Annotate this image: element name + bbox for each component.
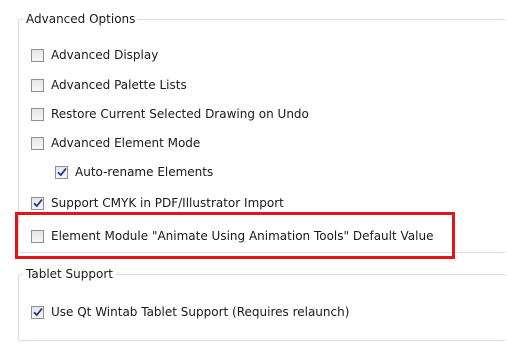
qt-wintab-tablet-support-checkbox[interactable]: Use Qt Wintab Tablet Support (Requires r…: [31, 304, 349, 320]
checkbox-box[interactable]: [31, 229, 44, 243]
checkbox-box[interactable]: [31, 48, 44, 62]
checkbox-box[interactable]: [31, 78, 44, 92]
advanced-options-title: Advanced Options: [23, 12, 139, 26]
advanced-element-mode-checkbox[interactable]: Advanced Element Mode: [31, 135, 200, 151]
checkbox-box[interactable]: [31, 196, 44, 210]
checkmark-icon: [33, 198, 43, 207]
checkbox-box[interactable]: [31, 305, 44, 319]
checkbox-label: Advanced Display: [51, 48, 159, 62]
checkbox-label: Element Module "Animate Using Animation …: [51, 229, 434, 243]
checkbox-label: Auto-rename Elements: [75, 165, 214, 179]
tablet-support-title: Tablet Support: [23, 267, 116, 281]
checkmark-icon: [33, 307, 43, 316]
restore-drawing-on-undo-checkbox[interactable]: Restore Current Selected Drawing on Undo: [31, 106, 309, 122]
advanced-palette-lists-checkbox[interactable]: Advanced Palette Lists: [31, 77, 187, 93]
checkbox-box[interactable]: [31, 136, 44, 150]
checkmark-icon: [57, 167, 67, 176]
element-module-animate-default-checkbox[interactable]: Element Module "Animate Using Animation …: [31, 228, 433, 244]
checkbox-label: Advanced Palette Lists: [51, 78, 187, 92]
support-cmyk-checkbox[interactable]: Support CMYK in PDF/Illustrator Import: [31, 195, 284, 211]
checkbox-label: Use Qt Wintab Tablet Support (Requires r…: [51, 305, 350, 319]
checkbox-label: Restore Current Selected Drawing on Undo: [51, 107, 309, 121]
checkbox-label: Advanced Element Mode: [51, 136, 201, 150]
checkbox-label: Support CMYK in PDF/Illustrator Import: [51, 196, 284, 210]
advanced-display-checkbox[interactable]: Advanced Display: [31, 47, 158, 63]
checkbox-box[interactable]: [55, 165, 68, 179]
checkbox-box[interactable]: [31, 107, 44, 121]
auto-rename-elements-checkbox[interactable]: Auto-rename Elements: [55, 164, 213, 180]
